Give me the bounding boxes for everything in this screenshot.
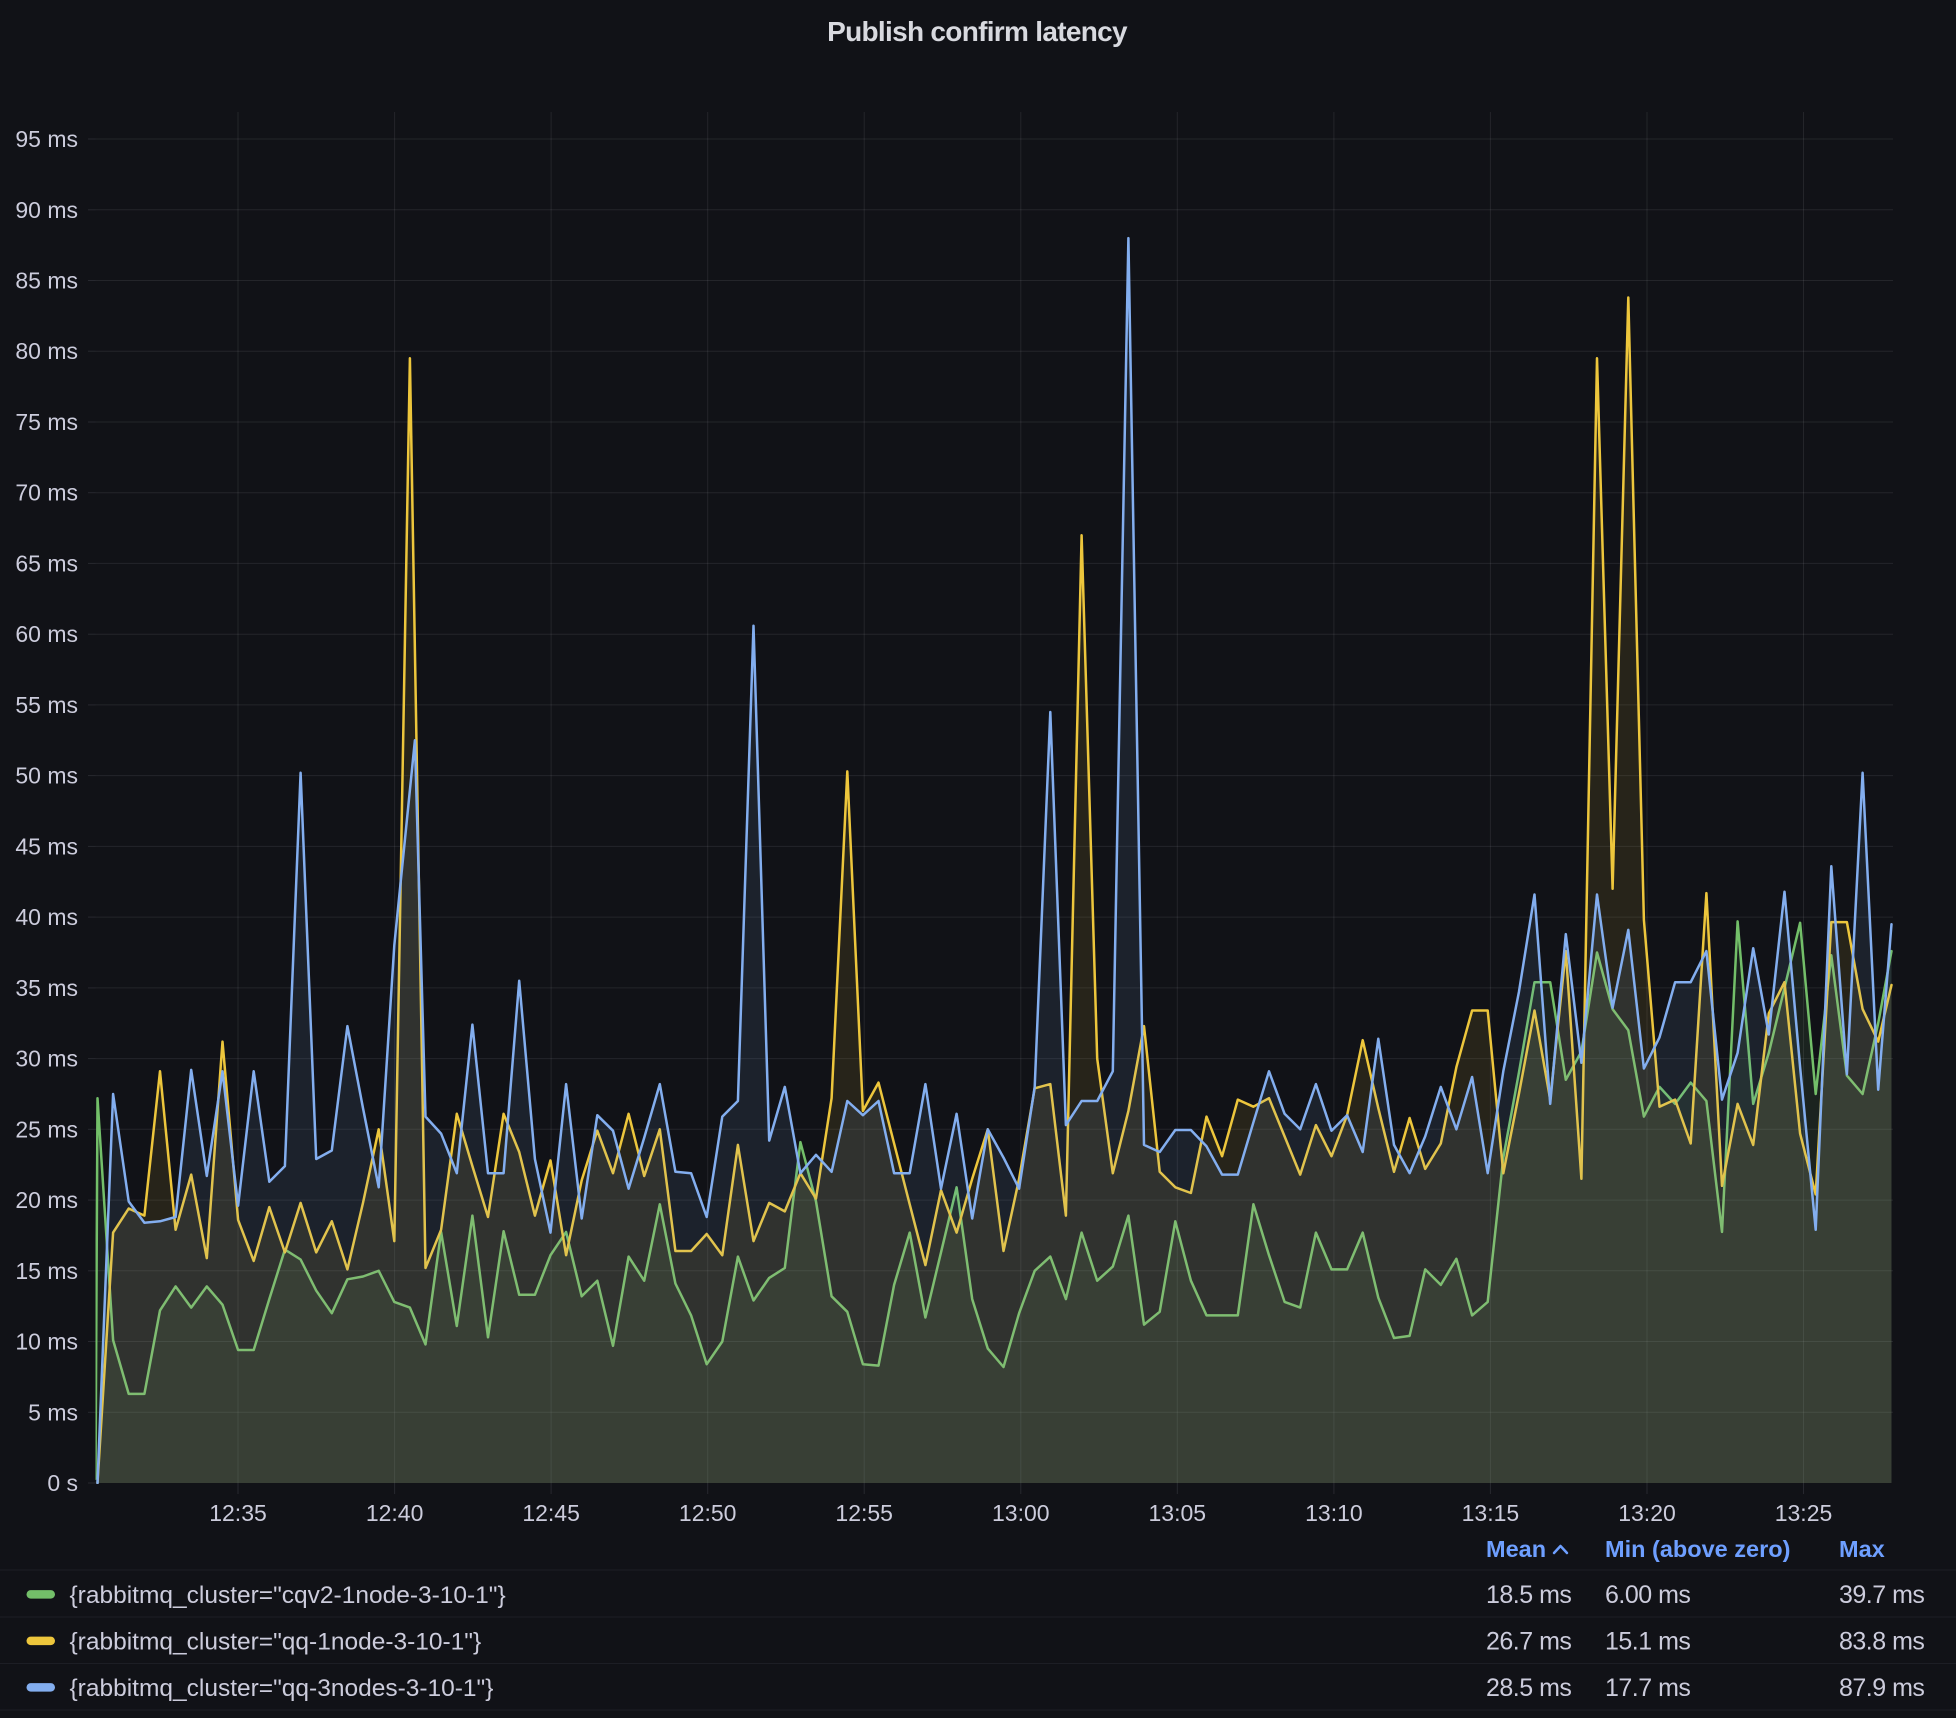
svg-text:13:05: 13:05 [1149, 1500, 1207, 1526]
svg-text:13:10: 13:10 [1305, 1500, 1363, 1526]
svg-text:12:35: 12:35 [209, 1500, 267, 1526]
svg-text:25 ms: 25 ms [15, 1116, 78, 1142]
svg-text:70 ms: 70 ms [15, 480, 78, 506]
svg-text:80 ms: 80 ms [15, 338, 78, 364]
svg-text:87.9 ms: 87.9 ms [1839, 1674, 1924, 1702]
svg-text:85 ms: 85 ms [15, 268, 78, 294]
svg-text:18.5 ms: 18.5 ms [1486, 1581, 1571, 1609]
svg-text:50 ms: 50 ms [15, 763, 78, 789]
svg-text:55 ms: 55 ms [15, 692, 78, 718]
svg-text:13:00: 13:00 [992, 1500, 1050, 1526]
svg-text:Mean: Mean [1486, 1536, 1546, 1562]
svg-text:40 ms: 40 ms [15, 904, 78, 930]
svg-text:15 ms: 15 ms [15, 1258, 78, 1284]
svg-text:{rabbitmq_cluster="qq-1node-3-: {rabbitmq_cluster="qq-1node-3-10-1"} [70, 1628, 482, 1655]
svg-text:28.5 ms: 28.5 ms [1486, 1674, 1571, 1702]
svg-text:90 ms: 90 ms [15, 197, 78, 223]
svg-text:5 ms: 5 ms [28, 1399, 78, 1425]
svg-text:26.7 ms: 26.7 ms [1486, 1627, 1571, 1655]
svg-text:83.8 ms: 83.8 ms [1839, 1627, 1924, 1655]
svg-text:13:15: 13:15 [1462, 1500, 1520, 1526]
svg-text:17.7 ms: 17.7 ms [1605, 1674, 1690, 1702]
svg-text:30 ms: 30 ms [15, 1046, 78, 1072]
svg-text:Publish confirm latency: Publish confirm latency [827, 16, 1128, 47]
svg-text:75 ms: 75 ms [15, 409, 78, 435]
svg-text:45 ms: 45 ms [15, 833, 78, 859]
svg-text:Min (above zero): Min (above zero) [1605, 1536, 1790, 1562]
svg-text:12:55: 12:55 [835, 1500, 893, 1526]
svg-text:10 ms: 10 ms [15, 1329, 78, 1355]
svg-text:{rabbitmq_cluster="qq-3nodes-3: {rabbitmq_cluster="qq-3nodes-3-10-1"} [70, 1675, 494, 1702]
svg-text:35 ms: 35 ms [15, 975, 78, 1001]
svg-text:13:20: 13:20 [1618, 1500, 1676, 1526]
svg-text:12:45: 12:45 [522, 1500, 580, 1526]
svg-text:39.7 ms: 39.7 ms [1839, 1581, 1924, 1609]
svg-text:13:25: 13:25 [1775, 1500, 1833, 1526]
svg-text:15.1 ms: 15.1 ms [1605, 1627, 1690, 1655]
svg-text:Max: Max [1839, 1536, 1885, 1562]
svg-text:0 s: 0 s [47, 1470, 78, 1496]
svg-text:65 ms: 65 ms [15, 550, 78, 576]
svg-text:{rabbitmq_cluster="cqv2-1node-: {rabbitmq_cluster="cqv2-1node-3-10-1"} [70, 1582, 506, 1609]
svg-text:60 ms: 60 ms [15, 621, 78, 647]
svg-text:6.00 ms: 6.00 ms [1605, 1581, 1690, 1609]
svg-text:20 ms: 20 ms [15, 1187, 78, 1213]
svg-text:12:50: 12:50 [679, 1500, 737, 1526]
svg-text:12:40: 12:40 [366, 1500, 424, 1526]
svg-text:95 ms: 95 ms [15, 126, 78, 152]
